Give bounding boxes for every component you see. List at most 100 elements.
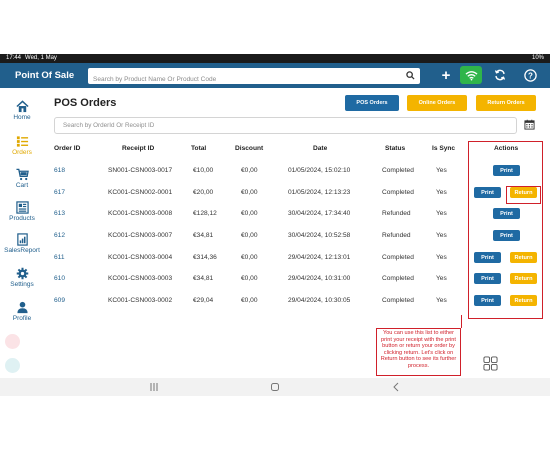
order-id-cell[interactable]: 609 (54, 297, 65, 304)
discount-cell: €0,00 (241, 297, 258, 304)
search-icon[interactable] (406, 70, 415, 80)
total-cell: €314,36 (193, 254, 217, 261)
grid-icon[interactable] (483, 356, 498, 371)
products-icon (15, 201, 29, 214)
calendar-icon[interactable] (524, 119, 535, 130)
page-title: POS Orders (54, 97, 117, 109)
online-orders-button[interactable]: Online Orders (407, 95, 467, 111)
sidebar-label-settings: Settings (10, 281, 34, 288)
sidebar-item-profile[interactable]: Profile (0, 301, 44, 331)
receipt-id-cell: KC001-CSN003-0003 (108, 275, 173, 282)
date-cell: 29/04/2024, 10:30:05 (288, 297, 351, 304)
recent-apps-icon[interactable] (148, 381, 160, 393)
total-cell: €10,00 (193, 167, 214, 174)
date-cell: 29/04/2024, 10:31:00 (288, 275, 351, 282)
sidebar-label-home: Home (13, 114, 31, 121)
total-cell: €128,12 (193, 210, 217, 217)
profile-icon (16, 301, 28, 314)
status-cell: Completed (382, 189, 414, 196)
screen: 17:44 Wed, 1 May 10% Point Of Sale + ? H… (0, 0, 550, 450)
sidebar-label-orders: Orders (12, 149, 32, 156)
order-id-cell[interactable]: 611 (54, 254, 65, 261)
total-cell: €34,81 (193, 232, 214, 239)
is-sync-cell: Yes (436, 254, 447, 261)
sidebar-item-sales-report[interactable]: SalesReport (0, 233, 44, 263)
column-header-receipt-id: Receipt ID (122, 145, 155, 152)
column-header-order-id: Order ID (54, 145, 81, 152)
sidebar-label-sales-report: SalesReport (4, 247, 40, 254)
sync-icon[interactable] (490, 66, 510, 84)
sidebar-item-home[interactable]: Home (0, 100, 44, 130)
sidebar-item-products[interactable]: Products (0, 201, 44, 231)
discount-cell: €0,00 (241, 189, 258, 196)
column-header-date: Date (313, 145, 328, 152)
column-header-is-sync: Is Sync (432, 145, 456, 152)
total-cell: €20,00 (193, 189, 214, 196)
total-cell: €29,04 (193, 297, 214, 304)
discount-cell: €0,00 (241, 167, 258, 174)
order-id-cell[interactable]: 617 (54, 189, 65, 196)
svg-text:?: ? (528, 71, 533, 80)
home-button-icon[interactable] (269, 381, 281, 393)
date-cell: 01/05/2024, 15:02:10 (288, 167, 351, 174)
is-sync-cell: Yes (436, 297, 447, 304)
column-header-total: Total (191, 145, 207, 152)
date-cell: 30/04/2024, 17:34:40 (288, 210, 351, 217)
discount-cell: €0,00 (241, 210, 258, 217)
system-nav-bar (0, 378, 550, 396)
discount-cell: €0,00 (241, 275, 258, 282)
column-header-discount: Discount (235, 145, 264, 152)
callout-connector (461, 315, 462, 328)
status-date: Wed, 1 May (25, 55, 57, 61)
status-cell: Completed (382, 297, 414, 304)
sales-report-icon (16, 233, 28, 246)
sidebar: Home Orders Cart Products SalesReport Se… (0, 88, 44, 378)
is-sync-cell: Yes (436, 232, 447, 239)
is-sync-cell: Yes (436, 275, 447, 282)
cart-icon (15, 168, 29, 181)
pos-orders-button[interactable]: POS Orders (345, 95, 399, 111)
is-sync-cell: Yes (436, 210, 447, 217)
sidebar-item-orders[interactable]: Orders (0, 135, 44, 165)
date-cell: 01/05/2024, 12:13:23 (288, 189, 351, 196)
sidebar-item-settings[interactable]: Settings (0, 267, 44, 297)
add-icon[interactable]: + (436, 66, 456, 84)
is-sync-cell: Yes (436, 167, 447, 174)
floating-bubble (5, 334, 20, 349)
status-time: 17:44 (6, 55, 22, 61)
actions-highlight-box (468, 141, 543, 319)
settings-icon (16, 267, 28, 280)
floating-bubble (5, 358, 20, 373)
help-icon[interactable]: ? (520, 66, 540, 84)
return-button-highlight (506, 186, 541, 204)
wifi-icon[interactable] (460, 66, 482, 84)
order-id-cell[interactable]: 612 (54, 232, 65, 239)
order-search-input[interactable] (54, 117, 517, 134)
battery-level: 10% (531, 55, 544, 61)
product-search-input[interactable] (88, 71, 420, 87)
order-id-cell[interactable]: 610 (54, 275, 65, 282)
tutorial-callout: You can use this list to either print yo… (376, 328, 461, 376)
status-bar: 17:44 Wed, 1 May 10% (0, 54, 550, 63)
order-id-cell[interactable]: 618 (54, 167, 65, 174)
sidebar-label-products: Products (9, 215, 35, 222)
receipt-id-cell: SN001-CSN003-0017 (108, 167, 173, 174)
receipt-id-cell: KC001-CSN002-0001 (108, 189, 173, 196)
is-sync-cell: Yes (436, 189, 447, 196)
column-header-status: Status (385, 145, 406, 152)
receipt-id-cell: KC001-CSN003-0002 (108, 297, 173, 304)
sidebar-item-cart[interactable]: Cart (0, 168, 44, 198)
discount-cell: €0,00 (241, 254, 258, 261)
app-title: Point Of Sale (15, 70, 75, 81)
date-cell: 30/04/2024, 10:52:58 (288, 232, 351, 239)
total-cell: €34,81 (193, 275, 214, 282)
back-icon[interactable] (390, 381, 402, 393)
receipt-id-cell: KC001-CSN003-0008 (108, 210, 173, 217)
status-cell: Completed (382, 167, 414, 174)
orders-icon (16, 136, 28, 147)
home-icon (15, 100, 29, 113)
receipt-id-cell: KC001-CSN003-0007 (108, 232, 173, 239)
order-id-cell[interactable]: 613 (54, 210, 65, 217)
return-orders-button[interactable]: Return Orders (476, 95, 536, 111)
sidebar-label-cart: Cart (15, 182, 29, 189)
